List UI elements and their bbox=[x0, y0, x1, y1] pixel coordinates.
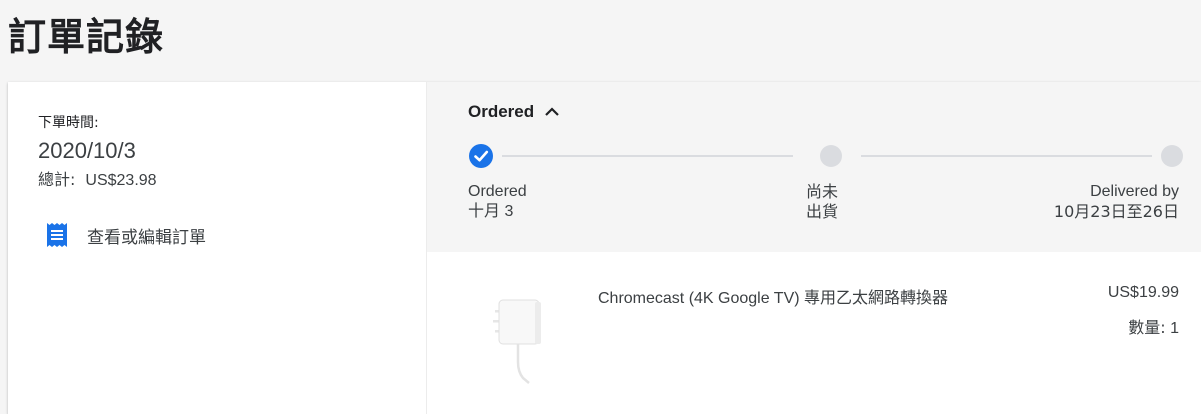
step-dot-shipped bbox=[820, 145, 842, 167]
quantity-label: 數量: bbox=[1128, 318, 1166, 337]
product-name-en: Chromecast (4K Google TV) bbox=[598, 290, 805, 307]
step-ordered-title: Ordered bbox=[468, 183, 527, 200]
shipping-status: Ordered Ordered 十月 3 尚未 出貨 Delivered by … bbox=[427, 82, 1201, 252]
order-total-value: US$23.98 bbox=[85, 172, 157, 189]
quantity-value: 1 bbox=[1170, 320, 1179, 337]
product-name[interactable]: Chromecast (4K Google TV) 專用乙太網路轉換器 bbox=[598, 284, 948, 308]
order-card: 下單時間: 2020/10/3 總計: US$23.98 查看或編輯訂單 Orde… bbox=[8, 82, 1201, 414]
progress-track-1 bbox=[502, 155, 793, 157]
receipt-icon bbox=[47, 223, 67, 247]
view-edit-order-link[interactable]: 查看或編輯訂單 bbox=[46, 222, 206, 248]
item-price: US$19.99 bbox=[1107, 284, 1179, 301]
chevron-up-icon bbox=[545, 107, 559, 116]
page-title: 訂單記錄 bbox=[8, 15, 165, 59]
progress-track-2 bbox=[861, 155, 1152, 157]
step-delivered-date: 10月23日至26日 bbox=[1053, 202, 1179, 221]
status-toggle[interactable]: Ordered bbox=[468, 102, 560, 122]
status-header: Ordered bbox=[468, 102, 535, 121]
step-ordered: Ordered 十月 3 bbox=[468, 182, 527, 222]
check-circle-icon bbox=[469, 144, 493, 168]
step-delivered-title: Delivered by bbox=[1090, 183, 1179, 200]
view-edit-order-label: 查看或編輯訂單 bbox=[87, 227, 206, 248]
step-dot-delivered bbox=[1161, 145, 1183, 167]
order-total: 總計: US$23.98 bbox=[38, 166, 157, 190]
step-shipped: 尚未 出貨 bbox=[806, 182, 838, 222]
order-detail: Ordered Ordered 十月 3 尚未 出貨 Delivered by … bbox=[427, 82, 1201, 414]
order-total-label: 總計: bbox=[38, 170, 76, 189]
step-ordered-date: 十月 3 bbox=[468, 203, 514, 220]
power-adapter-icon bbox=[493, 299, 541, 384]
step-shipped-line1: 尚未 bbox=[806, 182, 839, 201]
order-date-label: 下單時間: bbox=[38, 115, 99, 131]
product-name-zh: 專用乙太網路轉換器 bbox=[804, 288, 949, 307]
order-item: Chromecast (4K Google TV) 專用乙太網路轉換器 US$1… bbox=[427, 252, 1201, 414]
step-shipped-line2: 出貨 bbox=[806, 202, 839, 221]
order-summary: 下單時間: 2020/10/3 總計: US$23.98 查看或編輯訂單 bbox=[8, 82, 427, 414]
step-delivered: Delivered by 10月23日至26日 bbox=[1054, 182, 1179, 222]
item-quantity: 數量: 1 bbox=[1128, 314, 1179, 338]
order-date: 2020/10/3 bbox=[38, 138, 136, 163]
